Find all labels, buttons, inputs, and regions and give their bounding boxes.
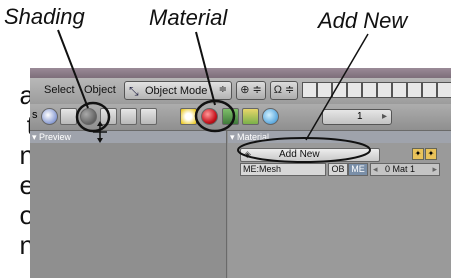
material-index-field[interactable]: ◂ 0 Mat 1 ▸ bbox=[370, 163, 440, 176]
decrement-arrow-icon[interactable]: ◂ bbox=[373, 164, 378, 175]
object-menu[interactable]: Object bbox=[84, 84, 116, 96]
layer-button[interactable] bbox=[392, 82, 407, 98]
pin-icon[interactable]: ✦ bbox=[412, 148, 424, 160]
layer-button[interactable] bbox=[422, 82, 437, 98]
editing-context-icon[interactable] bbox=[120, 108, 137, 125]
layer-button[interactable] bbox=[407, 82, 422, 98]
frame-value: 1 bbox=[357, 111, 363, 122]
material-index-label: 0 Mat 1 bbox=[385, 164, 416, 174]
scene-context-icon[interactable] bbox=[140, 108, 157, 125]
dropdown-arrow-icon: ≑ bbox=[218, 84, 227, 95]
material-browse-icon[interactable]: ◈ bbox=[244, 149, 251, 160]
preview-panel-header[interactable]: ▾ Preview bbox=[30, 131, 226, 143]
mode-icon: ⤡ bbox=[129, 84, 139, 98]
blender-window: Select Object ⤡ Object Mode ≑ ⊕ ≑ Ω ≑ s bbox=[30, 68, 451, 278]
material-panel-body: ◈ Add New ✦ ✦ ME:Mesh OB ME ◂ 0 Mat 1 ▸ bbox=[228, 143, 451, 278]
shading-callout: Shading bbox=[4, 4, 85, 29]
texture-buttons-icon[interactable] bbox=[222, 108, 239, 125]
frame-increment-icon[interactable]: ▸ bbox=[382, 111, 387, 122]
material-panel: ▾ Material ◈ Add New ✦ ✦ ME:Mesh OB ME ◂… bbox=[228, 131, 451, 278]
top-gradient bbox=[30, 68, 451, 78]
me-toggle[interactable]: ME bbox=[348, 163, 368, 176]
frame-number-field[interactable]: 1 ▸ bbox=[322, 109, 392, 125]
ob-toggle[interactable]: OB bbox=[328, 163, 348, 176]
pivot-button[interactable]: Ω ≑ bbox=[270, 81, 298, 100]
draw-type-button[interactable]: ⊕ ≑ bbox=[236, 81, 266, 100]
header-bar: Select Object ⤡ Object Mode ≑ ⊕ ≑ Ω ≑ bbox=[30, 78, 451, 105]
object-context-icon[interactable] bbox=[100, 108, 117, 125]
layer-button[interactable] bbox=[362, 82, 377, 98]
buttons-toolbar: s 1 ▸ bbox=[30, 104, 451, 131]
mode-label: Object Mode bbox=[145, 85, 208, 97]
increment-arrow-icon[interactable]: ▸ bbox=[432, 164, 437, 175]
logic-context-icon[interactable] bbox=[41, 108, 58, 125]
script-context-icon[interactable] bbox=[60, 108, 77, 125]
add-new-button[interactable]: ◈ Add New bbox=[240, 148, 380, 162]
radiosity-buttons-icon[interactable] bbox=[242, 108, 259, 125]
lamp-buttons-icon[interactable] bbox=[180, 108, 197, 125]
mesh-name-field[interactable]: ME:Mesh bbox=[240, 163, 326, 176]
layer-button[interactable] bbox=[437, 82, 451, 98]
material-callout: Material bbox=[149, 5, 228, 30]
layer-button[interactable] bbox=[347, 82, 362, 98]
toolbar-edge-marker: s bbox=[32, 109, 38, 121]
shading-context-icon[interactable] bbox=[80, 108, 97, 125]
add-new-label: Add New bbox=[279, 149, 320, 160]
layer-button[interactable] bbox=[317, 82, 332, 98]
layer-button[interactable] bbox=[302, 82, 317, 98]
material-panel-header[interactable]: ▾ Material bbox=[228, 131, 451, 143]
object-mode-dropdown[interactable]: ⤡ Object Mode ≑ bbox=[124, 81, 232, 100]
world-buttons-icon[interactable] bbox=[262, 108, 279, 125]
preview-panel: ▾ Preview bbox=[30, 131, 227, 278]
add-new-callout: Add New bbox=[318, 8, 408, 33]
layer-button[interactable] bbox=[377, 82, 392, 98]
layer-button[interactable] bbox=[332, 82, 347, 98]
link-icon[interactable]: ✦ bbox=[425, 148, 437, 160]
select-menu[interactable]: Select bbox=[44, 84, 75, 96]
mesh-link-row: ME:Mesh OB ME ◂ 0 Mat 1 ▸ bbox=[240, 163, 440, 176]
material-buttons-icon[interactable] bbox=[201, 108, 218, 125]
